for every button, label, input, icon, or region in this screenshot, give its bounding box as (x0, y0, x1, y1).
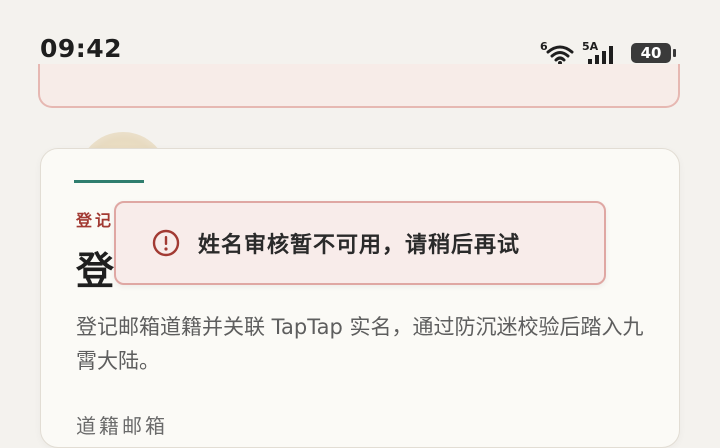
cellular-signal-icon: 5A (582, 40, 613, 65)
battery-level: 40 (641, 44, 662, 62)
toast-message: 姓名审核暂不可用，请稍后再试 (198, 233, 521, 258)
top-banner (38, 64, 680, 108)
wifi-generation-label: 6 (540, 40, 548, 53)
card-accent-line (74, 180, 144, 183)
card-description: 登记邮箱道籍并关联 TapTap 实名，通过防沉迷校验后踏入九霄大陆。 (76, 315, 644, 373)
error-toast: 姓名审核暂不可用，请稍后再试 (114, 201, 606, 285)
network-label: 5A (582, 40, 599, 53)
battery-icon: 40 (631, 43, 676, 63)
registration-card (40, 148, 680, 448)
wifi-icon: 6 (540, 40, 574, 65)
email-field-label: 道籍邮箱 (76, 414, 168, 438)
card-eyebrow: 登记 (76, 211, 115, 230)
alert-circle-icon (152, 229, 180, 257)
status-time: 09:42 (40, 34, 123, 63)
card-title: 登 (76, 249, 115, 293)
